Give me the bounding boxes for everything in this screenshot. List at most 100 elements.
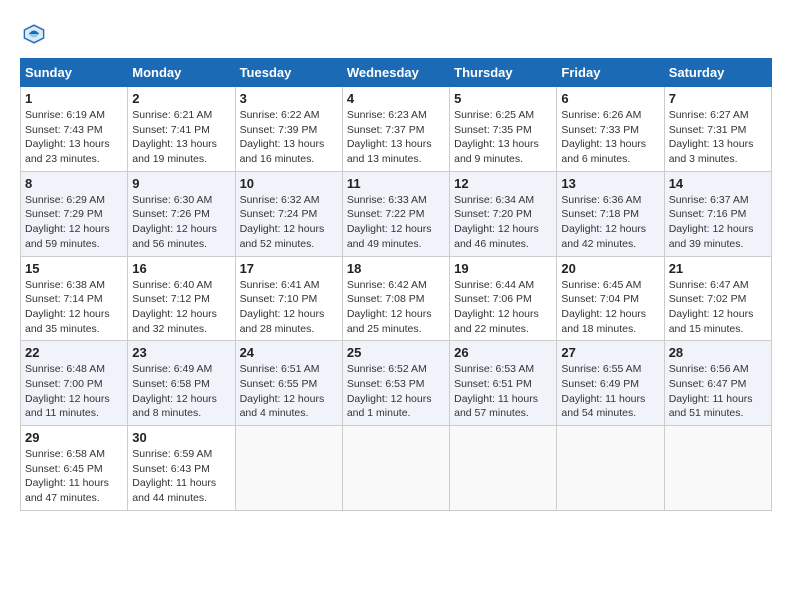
day-header-sunday: Sunday xyxy=(21,59,128,87)
day-info: Sunrise: 6:41 AM Sunset: 7:10 PM Dayligh… xyxy=(240,278,338,337)
day-info: Sunrise: 6:52 AM Sunset: 6:53 PM Dayligh… xyxy=(347,362,445,421)
calendar-cell: 26 Sunrise: 6:53 AM Sunset: 6:51 PM Dayli… xyxy=(450,341,557,426)
day-number: 14 xyxy=(669,176,767,191)
day-number: 6 xyxy=(561,91,659,106)
day-info: Sunrise: 6:37 AM Sunset: 7:16 PM Dayligh… xyxy=(669,193,767,252)
day-info: Sunrise: 6:53 AM Sunset: 6:51 PM Dayligh… xyxy=(454,362,552,421)
day-info: Sunrise: 6:45 AM Sunset: 7:04 PM Dayligh… xyxy=(561,278,659,337)
day-number: 9 xyxy=(132,176,230,191)
day-number: 21 xyxy=(669,261,767,276)
calendar-cell: 30 Sunrise: 6:59 AM Sunset: 6:43 PM Dayli… xyxy=(128,426,235,511)
day-number: 4 xyxy=(347,91,445,106)
calendar-week-row: 22 Sunrise: 6:48 AM Sunset: 7:00 PM Dayli… xyxy=(21,341,772,426)
calendar-cell: 11 Sunrise: 6:33 AM Sunset: 7:22 PM Dayli… xyxy=(342,171,449,256)
day-info: Sunrise: 6:40 AM Sunset: 7:12 PM Dayligh… xyxy=(132,278,230,337)
day-info: Sunrise: 6:42 AM Sunset: 7:08 PM Dayligh… xyxy=(347,278,445,337)
calendar-cell: 10 Sunrise: 6:32 AM Sunset: 7:24 PM Dayli… xyxy=(235,171,342,256)
day-number: 28 xyxy=(669,345,767,360)
calendar-week-row: 29 Sunrise: 6:58 AM Sunset: 6:45 PM Dayli… xyxy=(21,426,772,511)
day-info: Sunrise: 6:34 AM Sunset: 7:20 PM Dayligh… xyxy=(454,193,552,252)
calendar-cell: 28 Sunrise: 6:56 AM Sunset: 6:47 PM Dayli… xyxy=(664,341,771,426)
calendar-cell: 23 Sunrise: 6:49 AM Sunset: 6:58 PM Dayli… xyxy=(128,341,235,426)
day-number: 20 xyxy=(561,261,659,276)
day-header-thursday: Thursday xyxy=(450,59,557,87)
day-number: 19 xyxy=(454,261,552,276)
day-number: 12 xyxy=(454,176,552,191)
day-info: Sunrise: 6:27 AM Sunset: 7:31 PM Dayligh… xyxy=(669,108,767,167)
day-number: 29 xyxy=(25,430,123,445)
calendar-cell: 12 Sunrise: 6:34 AM Sunset: 7:20 PM Dayli… xyxy=(450,171,557,256)
calendar-cell: 25 Sunrise: 6:52 AM Sunset: 6:53 PM Dayli… xyxy=(342,341,449,426)
calendar-cell xyxy=(664,426,771,511)
day-number: 26 xyxy=(454,345,552,360)
day-info: Sunrise: 6:36 AM Sunset: 7:18 PM Dayligh… xyxy=(561,193,659,252)
day-number: 11 xyxy=(347,176,445,191)
day-number: 13 xyxy=(561,176,659,191)
calendar-cell xyxy=(342,426,449,511)
page-header xyxy=(20,20,772,48)
day-info: Sunrise: 6:58 AM Sunset: 6:45 PM Dayligh… xyxy=(25,447,123,506)
calendar-cell: 13 Sunrise: 6:36 AM Sunset: 7:18 PM Dayli… xyxy=(557,171,664,256)
calendar-cell: 18 Sunrise: 6:42 AM Sunset: 7:08 PM Dayli… xyxy=(342,256,449,341)
day-info: Sunrise: 6:21 AM Sunset: 7:41 PM Dayligh… xyxy=(132,108,230,167)
logo-icon xyxy=(20,20,48,48)
day-number: 16 xyxy=(132,261,230,276)
day-info: Sunrise: 6:32 AM Sunset: 7:24 PM Dayligh… xyxy=(240,193,338,252)
day-number: 30 xyxy=(132,430,230,445)
calendar-cell: 7 Sunrise: 6:27 AM Sunset: 7:31 PM Daylig… xyxy=(664,87,771,172)
calendar-cell: 29 Sunrise: 6:58 AM Sunset: 6:45 PM Dayli… xyxy=(21,426,128,511)
day-number: 1 xyxy=(25,91,123,106)
calendar-week-row: 1 Sunrise: 6:19 AM Sunset: 7:43 PM Daylig… xyxy=(21,87,772,172)
day-number: 25 xyxy=(347,345,445,360)
day-info: Sunrise: 6:38 AM Sunset: 7:14 PM Dayligh… xyxy=(25,278,123,337)
day-number: 23 xyxy=(132,345,230,360)
day-header-saturday: Saturday xyxy=(664,59,771,87)
calendar-cell: 19Sunrise: 6:44 AM Sunset: 7:06 PM Dayli… xyxy=(450,256,557,341)
calendar-week-row: 8Sunrise: 6:29 AM Sunset: 7:29 PM Daylig… xyxy=(21,171,772,256)
day-info: Sunrise: 6:30 AM Sunset: 7:26 PM Dayligh… xyxy=(132,193,230,252)
calendar-header-row: SundayMondayTuesdayWednesdayThursdayFrid… xyxy=(21,59,772,87)
calendar-cell xyxy=(450,426,557,511)
day-number: 2 xyxy=(132,91,230,106)
calendar-cell: 15 Sunrise: 6:38 AM Sunset: 7:14 PM Dayli… xyxy=(21,256,128,341)
day-info: Sunrise: 6:25 AM Sunset: 7:35 PM Dayligh… xyxy=(454,108,552,167)
day-info: Sunrise: 6:51 AM Sunset: 6:55 PM Dayligh… xyxy=(240,362,338,421)
day-info: Sunrise: 6:22 AM Sunset: 7:39 PM Dayligh… xyxy=(240,108,338,167)
day-info: Sunrise: 6:23 AM Sunset: 7:37 PM Dayligh… xyxy=(347,108,445,167)
day-number: 3 xyxy=(240,91,338,106)
day-info: Sunrise: 6:29 AM Sunset: 7:29 PM Dayligh… xyxy=(25,193,123,252)
calendar-cell: 27Sunrise: 6:55 AM Sunset: 6:49 PM Dayli… xyxy=(557,341,664,426)
day-number: 15 xyxy=(25,261,123,276)
calendar-cell: 1 Sunrise: 6:19 AM Sunset: 7:43 PM Daylig… xyxy=(21,87,128,172)
day-info: Sunrise: 6:26 AM Sunset: 7:33 PM Dayligh… xyxy=(561,108,659,167)
calendar-cell: 17 Sunrise: 6:41 AM Sunset: 7:10 PM Dayli… xyxy=(235,256,342,341)
day-header-friday: Friday xyxy=(557,59,664,87)
calendar-cell: 20 Sunrise: 6:45 AM Sunset: 7:04 PM Dayli… xyxy=(557,256,664,341)
calendar-cell: 4 Sunrise: 6:23 AM Sunset: 7:37 PM Daylig… xyxy=(342,87,449,172)
calendar-cell: 16 Sunrise: 6:40 AM Sunset: 7:12 PM Dayli… xyxy=(128,256,235,341)
calendar-cell: 24 Sunrise: 6:51 AM Sunset: 6:55 PM Dayli… xyxy=(235,341,342,426)
calendar-cell xyxy=(235,426,342,511)
day-number: 10 xyxy=(240,176,338,191)
day-info: Sunrise: 6:48 AM Sunset: 7:00 PM Dayligh… xyxy=(25,362,123,421)
day-number: 18 xyxy=(347,261,445,276)
calendar-table: SundayMondayTuesdayWednesdayThursdayFrid… xyxy=(20,58,772,511)
day-number: 22 xyxy=(25,345,123,360)
day-info: Sunrise: 6:49 AM Sunset: 6:58 PM Dayligh… xyxy=(132,362,230,421)
calendar-cell: 8Sunrise: 6:29 AM Sunset: 7:29 PM Daylig… xyxy=(21,171,128,256)
day-number: 7 xyxy=(669,91,767,106)
calendar-cell: 6 Sunrise: 6:26 AM Sunset: 7:33 PM Daylig… xyxy=(557,87,664,172)
day-info: Sunrise: 6:59 AM Sunset: 6:43 PM Dayligh… xyxy=(132,447,230,506)
day-info: Sunrise: 6:19 AM Sunset: 7:43 PM Dayligh… xyxy=(25,108,123,167)
calendar-cell: 9 Sunrise: 6:30 AM Sunset: 7:26 PM Daylig… xyxy=(128,171,235,256)
day-number: 24 xyxy=(240,345,338,360)
day-header-monday: Monday xyxy=(128,59,235,87)
day-info: Sunrise: 6:56 AM Sunset: 6:47 PM Dayligh… xyxy=(669,362,767,421)
day-info: Sunrise: 6:33 AM Sunset: 7:22 PM Dayligh… xyxy=(347,193,445,252)
day-info: Sunrise: 6:55 AM Sunset: 6:49 PM Dayligh… xyxy=(561,362,659,421)
calendar-cell: 3 Sunrise: 6:22 AM Sunset: 7:39 PM Daylig… xyxy=(235,87,342,172)
calendar-cell: 2 Sunrise: 6:21 AM Sunset: 7:41 PM Daylig… xyxy=(128,87,235,172)
calendar-cell xyxy=(557,426,664,511)
day-header-wednesday: Wednesday xyxy=(342,59,449,87)
day-number: 17 xyxy=(240,261,338,276)
